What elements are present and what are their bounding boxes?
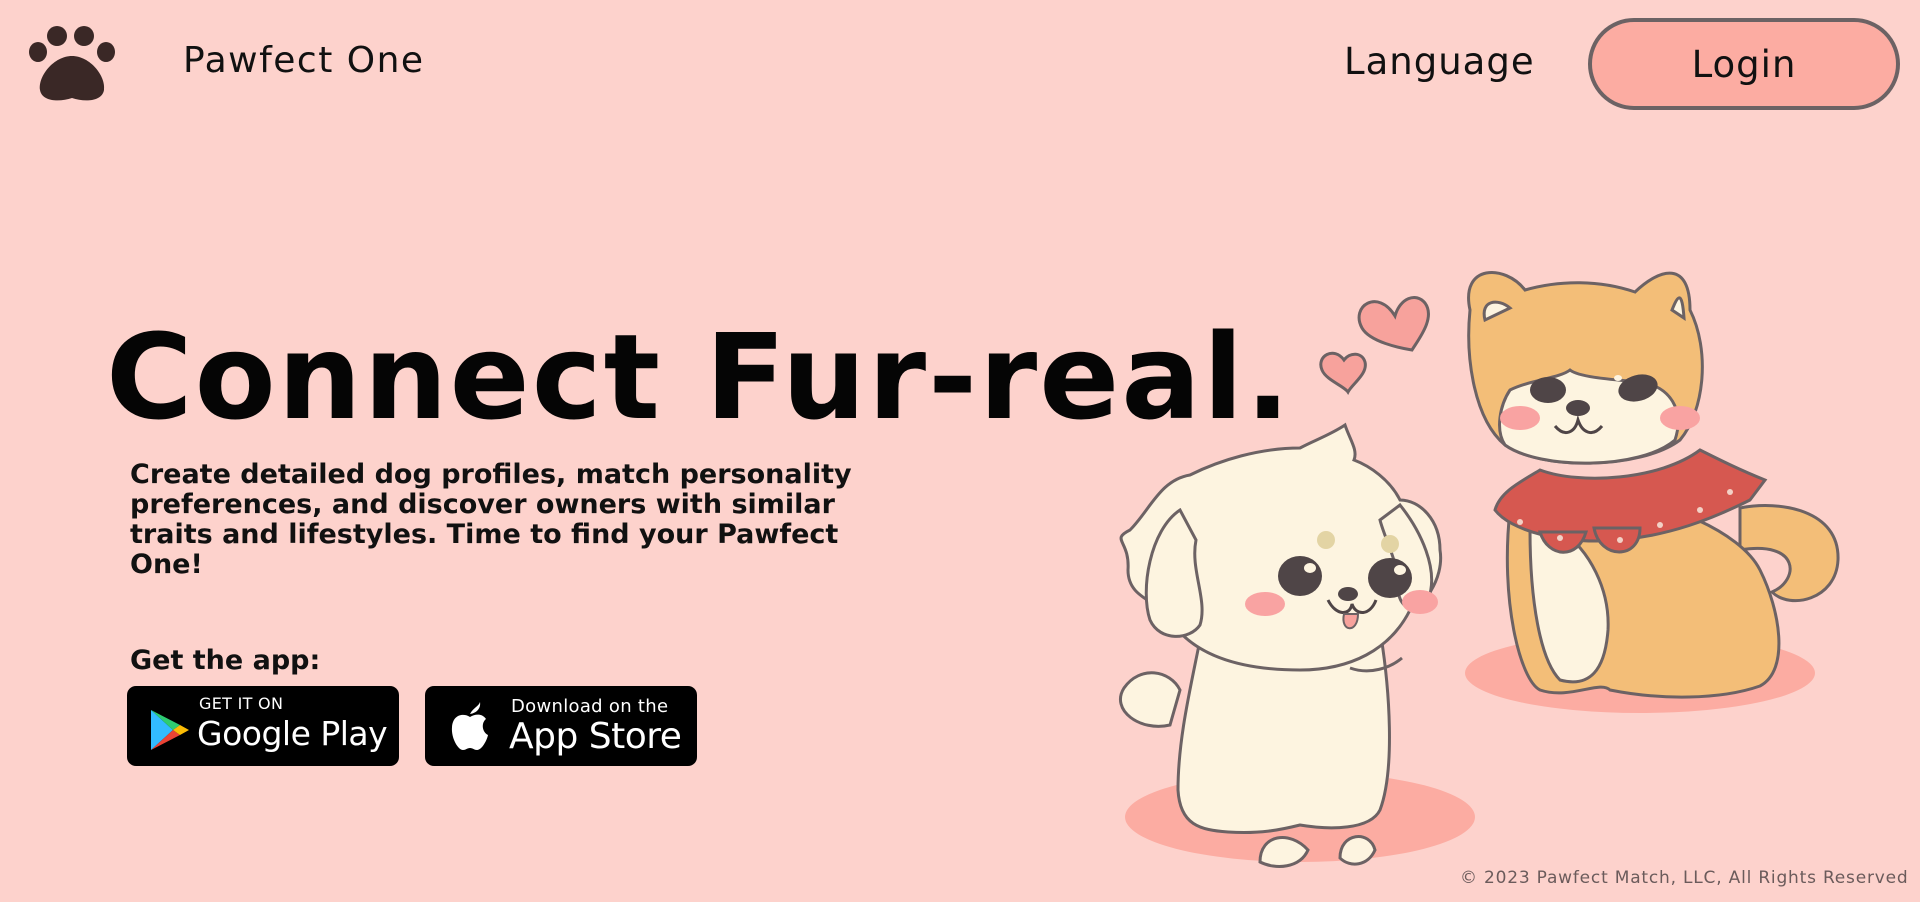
paw-icon[interactable] — [26, 26, 118, 104]
google-play-label: Google Play — [197, 714, 388, 753]
shiba-dog — [1467, 270, 1840, 699]
puppies-illustration — [1119, 270, 1840, 868]
app-store-small-label: Download on the — [511, 696, 669, 717]
hero-description: Create detailed dog profiles, match pers… — [130, 459, 852, 580]
google-play-badge[interactable]: GET IT ON Google Play — [127, 686, 399, 766]
login-button[interactable]: Login — [1588, 18, 1900, 110]
heart-icon — [1357, 296, 1430, 352]
top-nav: Pawfect One Language Login — [0, 0, 1920, 130]
language-menu[interactable]: Language — [1344, 40, 1535, 83]
app-store-label: App Store — [509, 716, 682, 757]
get-app-label: Get the app: — [130, 645, 321, 676]
copyright-text: © 2023 Pawfect Match, LLC, All Rights Re… — [1460, 868, 1909, 888]
app-store-badge[interactable]: Download on the App Store — [425, 686, 697, 766]
heart-icon — [1319, 351, 1367, 395]
apple-icon — [451, 702, 488, 750]
google-play-icon — [151, 710, 189, 750]
brand-name[interactable]: Pawfect One — [183, 40, 425, 81]
google-play-small-label: GET IT ON — [199, 694, 284, 713]
